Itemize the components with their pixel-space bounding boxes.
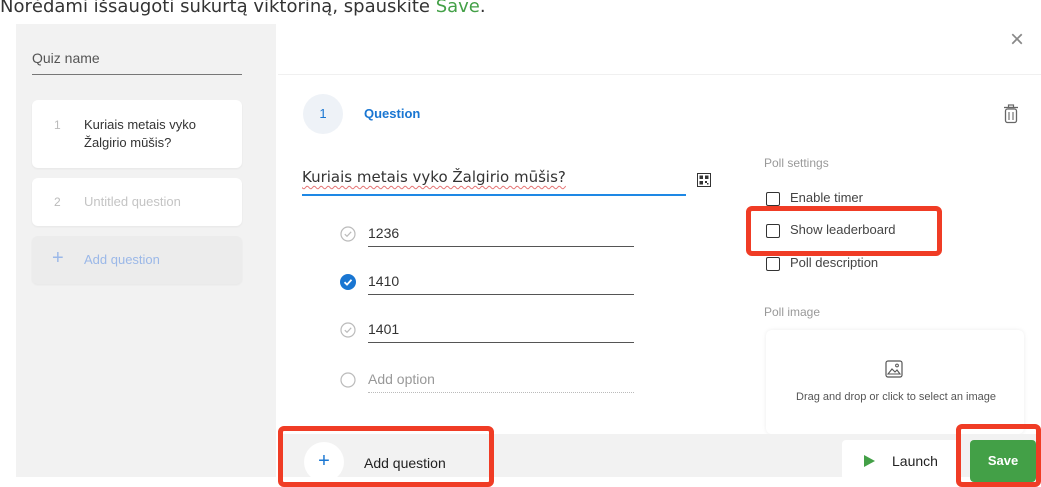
instruction-save-word: Save [435,0,480,17]
question-type-label: Question [364,106,421,121]
checkbox-icon[interactable] [766,192,780,206]
launch-button[interactable]: Launch [842,440,960,480]
answer-option-2[interactable]: 1410 [340,270,634,298]
image-icon [885,360,903,383]
question-text-input[interactable]: Kuriais metais vyko Žalgirio mūšis? [302,168,686,196]
sidebar-question-number: 1 [54,118,61,132]
poll-settings-title: Poll settings [764,156,829,170]
answer-option-value[interactable]: 1401 [368,318,634,343]
add-question-plus-button[interactable]: + [304,442,344,482]
check-circle-icon[interactable] [340,274,356,295]
question-text: Kuriais metais vyko Žalgirio mūšis? [302,168,566,186]
answer-option-1[interactable]: 1236 [340,222,634,250]
enable-timer-label: Enable timer [790,190,863,205]
save-button[interactable]: Save [970,440,1036,482]
add-option-input[interactable]: Add option [368,368,634,393]
instruction-prefix: Norėdami išsaugoti sukurtą viktoriną, sp… [0,0,436,17]
poll-image-title: Poll image [764,305,821,319]
show-leaderboard-label: Show leaderboard [790,222,896,237]
poll-description-label: Poll description [790,255,879,270]
sidebar: Quiz name 1 Kuriais metais vyko Žalgirio… [16,24,276,477]
qr-code-icon[interactable] [697,173,711,192]
empty-circle-icon [340,372,356,393]
sidebar-add-question-button[interactable]: + Add question [32,236,242,284]
plus-icon: + [52,247,64,269]
add-option-row[interactable]: Add option [340,368,634,396]
quiz-name-input[interactable]: Quiz name [32,50,242,75]
dropzone-text: Drag and drop or click to select an imag… [796,391,996,403]
sidebar-question-number: 2 [54,195,61,209]
close-icon[interactable]: × [1010,28,1024,52]
sidebar-question-1[interactable]: 1 Kuriais metais vyko Žalgirio mūšis? [32,100,242,168]
image-dropzone[interactable]: Drag and drop or click to select an imag… [766,330,1024,434]
sidebar-question-title: Untitled question [84,194,181,209]
trash-icon[interactable] [1003,104,1019,129]
sidebar-add-question-label: Add question [84,252,160,267]
launch-label: Launch [892,453,938,469]
sidebar-question-2[interactable]: 2 Untitled question [32,178,242,226]
checkbox-icon[interactable] [766,224,780,238]
answer-option-value[interactable]: 1410 [368,270,634,295]
add-question-button[interactable]: Add question [364,455,446,471]
play-icon [864,454,875,472]
instruction-text: Norėdami išsaugoti sukurtą viktoriną, sp… [0,0,486,18]
answer-option-value[interactable]: 1236 [368,222,634,247]
sidebar-question-title: Kuriais metais vyko Žalgirio mūšis? [84,117,196,150]
unchecked-circle-icon[interactable] [340,322,356,343]
answer-option-3[interactable]: 1401 [340,318,634,346]
instruction-suffix: . [479,0,486,17]
question-number-badge: 1 [303,94,343,134]
checkbox-icon[interactable] [766,257,780,271]
unchecked-circle-icon[interactable] [340,226,356,247]
